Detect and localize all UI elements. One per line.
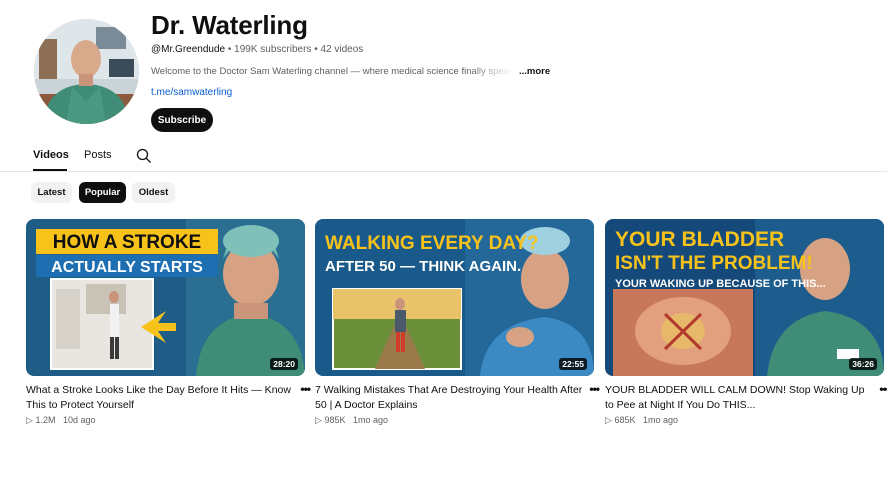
video-card[interactable]: YOUR BLADDER ISN'T THE PROBLEM! YOUR WAK… (605, 219, 887, 425)
upload-age: 10d ago (62, 415, 96, 425)
video-duration: 36:26 (849, 358, 877, 370)
video-duration: 28:20 (270, 358, 298, 370)
view-count: 1.2M (35, 415, 56, 425)
thumb-subheadline: AFTER 50 — THINK AGAIN. (325, 258, 521, 275)
tab-videos[interactable]: Videos (33, 149, 69, 161)
channel-handle: @Mr.Greendude (151, 44, 226, 55)
video-meta: ▷ 985K 1mo ago (315, 415, 388, 426)
video-thumbnail[interactable]: HOW A STROKE ACTUALLY STARTS 28:20 (26, 219, 305, 376)
video-duration: 22:55 (559, 358, 587, 370)
play-icon: ▷ (605, 415, 612, 425)
upload-age: 1mo ago (352, 415, 389, 425)
video-thumbnail[interactable]: WALKING EVERY DAY? AFTER 50 — THINK AGAI… (315, 219, 594, 376)
chip-popular[interactable]: Popular (79, 182, 126, 203)
tab-posts[interactable]: Posts (84, 149, 112, 161)
channel-meta: @Mr.Greendude • 199K subscribers • 42 vi… (151, 44, 363, 55)
subscribe-button[interactable]: Subscribe (151, 108, 213, 132)
channel-name: Dr. Waterling (151, 10, 308, 40)
play-icon: ▷ (315, 415, 322, 425)
more-vert-icon[interactable]: ••• (589, 382, 600, 396)
thumb-subheadline: ACTUALLY STARTS (51, 259, 203, 276)
video-title[interactable]: 7 Walking Mistakes That Are Destroying Y… (315, 383, 583, 413)
meta-separator: • (314, 44, 318, 55)
more-vert-icon[interactable]: ••• (879, 382, 887, 396)
channel-link[interactable]: t.me/samwaterling (151, 87, 232, 98)
channel-description[interactable]: Welcome to the Doctor Sam Waterling chan… (151, 66, 551, 77)
video-meta: ▷ 1.2M 10d ago (26, 415, 96, 426)
video-title[interactable]: What a Stroke Looks Like the Day Before … (26, 383, 294, 413)
video-meta: ▷ 685K 1mo ago (605, 415, 678, 426)
search-icon[interactable] (136, 148, 152, 164)
video-card[interactable]: HOW A STROKE ACTUALLY STARTS 28:20 What … (26, 219, 311, 425)
video-thumbnail[interactable]: YOUR BLADDER ISN'T THE PROBLEM! YOUR WAK… (605, 219, 884, 376)
subscriber-count: 199K subscribers (234, 44, 312, 55)
active-tab-indicator (33, 169, 67, 171)
video-card[interactable]: WALKING EVERY DAY? AFTER 50 — THINK AGAI… (315, 219, 600, 425)
video-title[interactable]: YOUR BLADDER WILL CALM DOWN! Stop Waking… (605, 383, 873, 413)
thumb-subheadline: ISN'T THE PROBLEM! (615, 253, 813, 274)
description-text: Welcome to the Doctor Sam Waterling chan… (151, 66, 513, 77)
view-count: 685K (614, 415, 636, 425)
channel-tabs: Videos Posts (0, 140, 887, 172)
view-count: 985K (324, 415, 346, 425)
more-button[interactable]: ...more (519, 66, 550, 77)
thumb-headline: YOUR BLADDER (615, 228, 784, 251)
thumb-headline: HOW A STROKE (53, 232, 201, 253)
thumb-caption: YOUR WAKING UP BECAUSE OF THIS... (615, 278, 826, 290)
video-count: 42 videos (320, 44, 364, 55)
chip-oldest[interactable]: Oldest (132, 182, 175, 203)
meta-separator: • (227, 44, 232, 55)
upload-age: 1mo ago (642, 415, 679, 425)
thumb-headline: WALKING EVERY DAY? (325, 233, 539, 254)
channel-avatar[interactable] (34, 19, 139, 124)
chip-latest[interactable]: Latest (31, 182, 72, 203)
play-icon: ▷ (26, 415, 33, 425)
more-vert-icon[interactable]: ••• (300, 382, 311, 396)
